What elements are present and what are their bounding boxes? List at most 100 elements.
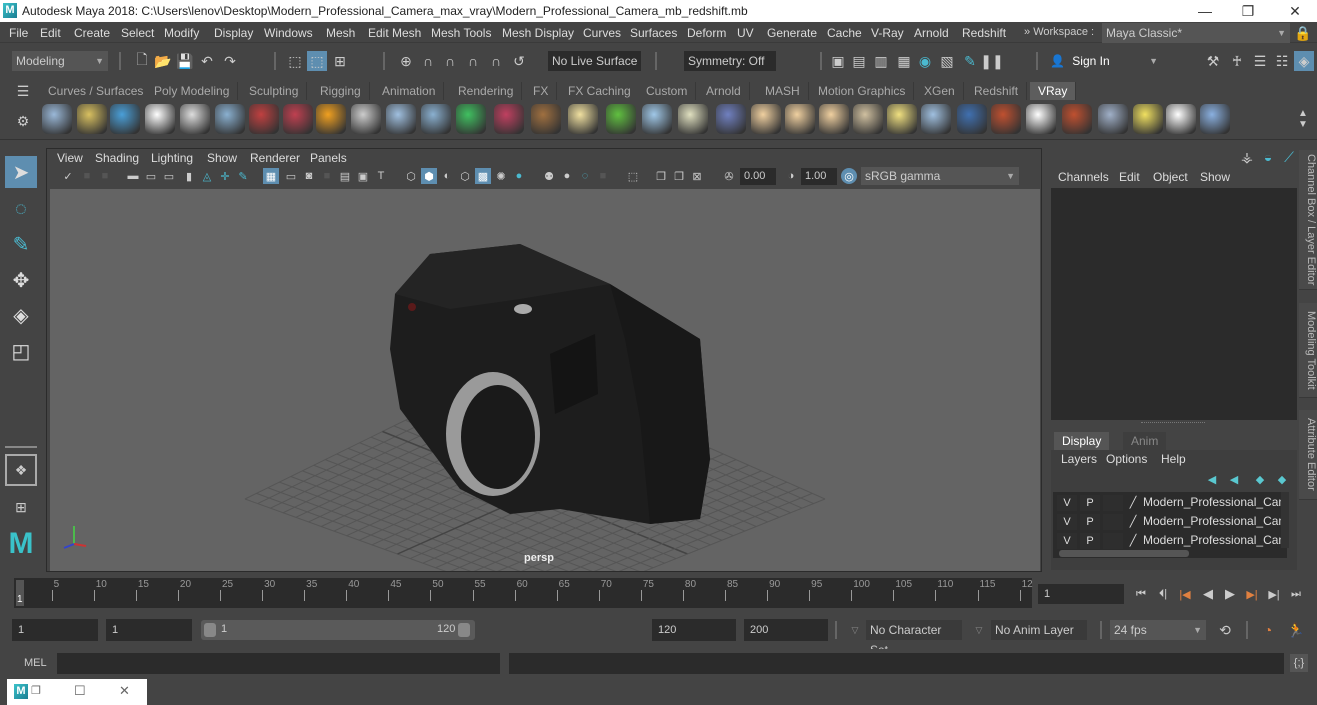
- single-perspective-view-icon[interactable]: ❖: [5, 454, 37, 486]
- range-start-handle[interactable]: [204, 623, 216, 637]
- vray-blue-sphere-icon[interactable]: [957, 104, 987, 134]
- vray-cone-icon[interactable]: [421, 104, 451, 134]
- vray-material-ball-icon[interactable]: [215, 104, 245, 134]
- menu-surfaces[interactable]: Surfaces: [630, 26, 677, 40]
- tab-attribute-editor[interactable]: Attribute Editor: [1299, 410, 1317, 500]
- vray-fire-icon[interactable]: [316, 104, 346, 134]
- workspace-dropdown[interactable]: Maya Classic* ▼: [1102, 23, 1290, 43]
- grid-icon[interactable]: ▦: [263, 168, 279, 184]
- layer-color-swatch[interactable]: ╱: [1126, 495, 1140, 511]
- layer-display-type-toggle[interactable]: [1103, 533, 1123, 549]
- maximize-icon[interactable]: ☐: [74, 683, 86, 699]
- new-layer-from-selected-icon[interactable]: ◆: [1273, 470, 1291, 488]
- shelf-settings-icon[interactable]: ⚙: [14, 112, 32, 130]
- sign-in-dropdown[interactable]: 👤 Sign In ▼: [1046, 50, 1162, 72]
- move-tool-icon[interactable]: ✥: [5, 264, 37, 296]
- hypergraph-icon[interactable]: ◒: [1259, 148, 1277, 166]
- vray-particles-icon[interactable]: [642, 104, 672, 134]
- resolution-gate-icon[interactable]: ◙: [301, 168, 317, 184]
- screen-space-ao-icon[interactable]: ⚉: [541, 168, 557, 184]
- vray-sphere-light-icon[interactable]: [568, 104, 598, 134]
- menu-display[interactable]: Display: [214, 26, 253, 40]
- menu-file[interactable]: File: [9, 26, 28, 40]
- shelf-tab-arnold[interactable]: Arnold: [698, 82, 750, 100]
- shelf-tab-fx[interactable]: FX: [525, 82, 558, 100]
- select-camera-icon[interactable]: ■: [79, 168, 95, 184]
- layer-row[interactable]: V P ╱ Modern_Professional_Came: [1055, 532, 1283, 550]
- layers-menu[interactable]: Layers: [1061, 452, 1097, 466]
- vray-env-fog-icon[interactable]: [456, 104, 486, 134]
- snap-to-view-plane-icon[interactable]: ∩: [464, 52, 482, 70]
- make-live-icon[interactable]: ∩: [487, 52, 505, 70]
- wireframe-icon[interactable]: ⬡: [403, 168, 419, 184]
- viewport-canvas[interactable]: [50, 189, 1040, 571]
- menu-uv[interactable]: UV: [737, 26, 754, 40]
- menu-cache[interactable]: Cache: [827, 26, 862, 40]
- vray-checker-icon[interactable]: [1026, 104, 1056, 134]
- shelf-tab-vray[interactable]: VRay: [1030, 82, 1077, 100]
- manipulator-icon[interactable]: ⚶: [1238, 148, 1256, 166]
- go-to-end-icon[interactable]: ⏭: [1287, 585, 1305, 603]
- select-by-component-icon[interactable]: ⊞: [331, 52, 349, 70]
- gate-mask-icon[interactable]: ■: [319, 168, 335, 184]
- vray-ies-light-icon[interactable]: [853, 104, 883, 134]
- vray-export-scene-icon[interactable]: [42, 104, 72, 134]
- vray-fur-icon[interactable]: [494, 104, 524, 134]
- symmetry-dropdown[interactable]: Symmetry: Off: [684, 51, 776, 71]
- vray-flag-sphere-icon[interactable]: [991, 104, 1021, 134]
- exposure-icon[interactable]: ✇: [721, 168, 737, 184]
- isolate-select-icon[interactable]: ⬚: [625, 168, 641, 184]
- render-setup-icon[interactable]: ▧: [938, 52, 956, 70]
- layer-row[interactable]: V P ╱ Modern_Professional_Came: [1055, 513, 1283, 531]
- mel-label[interactable]: MEL: [24, 657, 47, 669]
- layer-list-hscrollbar[interactable]: [1059, 550, 1189, 557]
- current-time-marker[interactable]: 1: [16, 580, 24, 606]
- mel-input[interactable]: [57, 653, 500, 674]
- tab-channel-box-layer-editor[interactable]: Channel Box / Layer Editor: [1299, 150, 1317, 290]
- xray-joints-icon[interactable]: ⊠: [689, 168, 705, 184]
- character-controls-icon[interactable]: ♰: [1228, 52, 1246, 70]
- select-by-hierarchy-icon[interactable]: ⬚: [286, 52, 304, 70]
- vray-document-icon[interactable]: [180, 104, 210, 134]
- live-surface-field[interactable]: No Live Surface: [548, 51, 641, 71]
- layer-name[interactable]: Modern_Professional_Came: [1143, 533, 1283, 547]
- grease-pencil-icon[interactable]: ✎: [235, 168, 251, 184]
- step-back-frame-icon[interactable]: ⏴|: [1154, 585, 1172, 603]
- default-material-icon[interactable]: ◐: [439, 168, 455, 184]
- vray-export-folder-icon[interactable]: [77, 104, 107, 134]
- snap-to-grid-icon[interactable]: ⊕: [397, 52, 415, 70]
- range-slider[interactable]: 1 120: [201, 620, 475, 640]
- vray-frame-buffer-list-icon[interactable]: [110, 104, 140, 134]
- tab-anim[interactable]: Anim: [1123, 432, 1167, 450]
- play-backwards-icon[interactable]: ◀: [1199, 585, 1217, 603]
- menu-generate[interactable]: Generate: [767, 26, 817, 40]
- move-layer-up-icon[interactable]: ◀: [1203, 470, 1221, 488]
- time-slider-track[interactable]: 1 5 10 15 20 25 30 35 40 45 50 55 60 65 70 75 80 85 90 95 1…: [14, 578, 1033, 608]
- vray-multi-material-icon[interactable]: [283, 104, 313, 134]
- menu-set-dropdown[interactable]: Modeling ▼: [12, 51, 108, 71]
- xray-active-components-icon[interactable]: ❐: [671, 168, 687, 184]
- vray-curve-icon[interactable]: [678, 104, 708, 134]
- shelf-tab-sculpting[interactable]: Sculpting: [241, 82, 308, 100]
- menu-select[interactable]: Select: [121, 26, 154, 40]
- gamma-icon[interactable]: ◑: [783, 168, 799, 184]
- 3d-viewport[interactable]: persp: [50, 189, 1040, 571]
- maximize-button[interactable]: ❐: [1233, 2, 1263, 20]
- use-all-lights-icon[interactable]: ✺: [493, 168, 509, 184]
- film-gate-icon[interactable]: ▭: [283, 168, 299, 184]
- layer-playback-toggle[interactable]: P: [1080, 533, 1100, 549]
- open-scene-icon[interactable]: 📂: [154, 52, 172, 70]
- vray-grass-icon[interactable]: [606, 104, 636, 134]
- menu-modify[interactable]: Modify: [164, 26, 199, 40]
- gamma-field[interactable]: 1.00: [801, 168, 837, 185]
- menu-create[interactable]: Create: [74, 26, 110, 40]
- undo-icon[interactable]: ↶: [198, 52, 216, 70]
- layer-display-type-toggle[interactable]: [1103, 514, 1123, 530]
- textured-icon[interactable]: ▩: [475, 168, 491, 184]
- exposure-field[interactable]: 0.00: [740, 168, 776, 185]
- save-scene-icon[interactable]: 💾: [176, 52, 194, 70]
- menu-mesh-tools[interactable]: Mesh Tools: [431, 26, 491, 40]
- channels-menu[interactable]: Channels: [1058, 170, 1109, 184]
- fps-dropdown[interactable]: 24 fps ▼: [1110, 620, 1206, 640]
- shelf-tab-mash[interactable]: MASH: [757, 82, 809, 100]
